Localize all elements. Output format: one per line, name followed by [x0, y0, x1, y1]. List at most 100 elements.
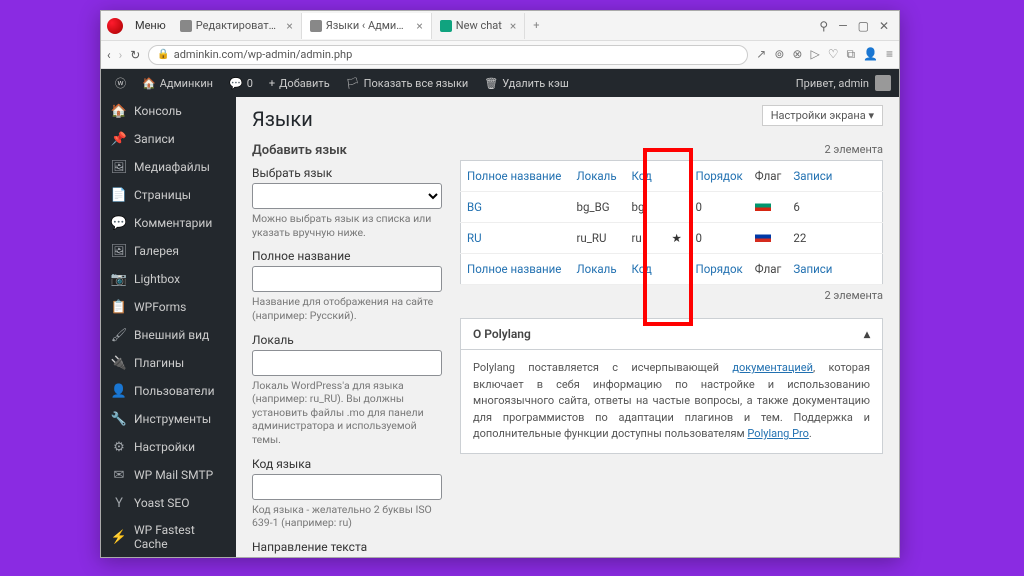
browser-tab[interactable]: Редактировать запись "Ка… ×: [172, 13, 302, 39]
tab-close-icon[interactable]: ×: [506, 19, 516, 33]
site-link[interactable]: 🏠 Админкин: [136, 77, 219, 90]
address-bar: ‹ › ↻ 🔒 adminkin.com/wp-admin/admin.php …: [101, 41, 899, 69]
lang-order: 0: [690, 192, 749, 223]
tab-title: Языки ‹ Админкин — Wo…: [326, 19, 409, 32]
nav-back-icon[interactable]: ‹: [107, 48, 111, 62]
about-body: Polylang поставляется с исчерпывающей до…: [461, 350, 882, 453]
close-icon[interactable]: ✕: [879, 19, 889, 33]
menu-label: Настройки: [134, 440, 195, 454]
tab-title: New chat: [456, 19, 502, 32]
sidebar-item-медиафайлы[interactable]: 🖼Медиафайлы: [101, 153, 236, 181]
polylang-pro-link[interactable]: Polylang Pro: [747, 427, 809, 440]
col-posts[interactable]: Записи: [793, 169, 832, 183]
maximize-icon[interactable]: ▢: [858, 19, 869, 33]
sidebar-item-внешний-вид[interactable]: 🖌Внешний вид: [101, 321, 236, 349]
add-new-link[interactable]: + Добавить: [263, 77, 336, 90]
minimize-icon[interactable]: —: [838, 19, 847, 33]
sidebar-item-wp-fastest-cache[interactable]: ⚡WP Fastest Cache: [101, 517, 236, 557]
sidebar-item-комментарии[interactable]: 💬Комментарии: [101, 209, 236, 237]
comments-link[interactable]: 💬 0: [223, 77, 259, 90]
col-locale[interactable]: Локаль: [577, 262, 617, 276]
sidebar-item-галерея[interactable]: 🖼Галерея: [101, 237, 236, 265]
sidebar-item-записи[interactable]: 📌Записи: [101, 125, 236, 153]
col-name[interactable]: Полное название: [467, 169, 561, 183]
vpn-icon[interactable]: ⊗: [792, 47, 802, 62]
col-order[interactable]: Порядок: [696, 169, 743, 183]
share-icon[interactable]: ↗: [756, 47, 766, 62]
extensions-icon[interactable]: ⧉: [846, 47, 855, 62]
code-input[interactable]: [252, 474, 442, 500]
clear-cache-link[interactable]: 🗑 Удалить кэш: [478, 77, 575, 90]
fullname-input[interactable]: [252, 266, 442, 292]
col-flag: Флаг: [749, 254, 788, 285]
browser-titlebar: Меню Редактировать запись "Ка… × Языки ‹…: [101, 11, 899, 41]
code-desc: Код языка - желательно 2 буквы ISO 639-1…: [252, 503, 442, 530]
bookmark-icon[interactable]: ♡: [828, 47, 839, 62]
url-input[interactable]: 🔒 adminkin.com/wp-admin/admin.php: [148, 45, 748, 65]
reload-icon[interactable]: ↻: [130, 48, 140, 62]
menu-icon: 🖼: [111, 159, 127, 175]
fullname-label: Полное название: [252, 249, 442, 263]
add-heading: Добавить язык: [252, 143, 442, 158]
search-icon[interactable]: ⚲: [819, 19, 828, 33]
sidebar-item-yoast-seo[interactable]: YYoast SEO: [101, 489, 236, 517]
tab-favicon-icon: [180, 20, 192, 32]
camera-icon[interactable]: ⊚: [774, 47, 784, 62]
locale-desc: Локаль WordPress'а для языка (например: …: [252, 379, 442, 447]
col-locale[interactable]: Локаль: [577, 169, 617, 183]
play-icon[interactable]: ▷: [810, 47, 819, 62]
col-order[interactable]: Порядок: [696, 262, 743, 276]
sidebar-item-страницы[interactable]: 📄Страницы: [101, 181, 236, 209]
select-language-dropdown[interactable]: [252, 183, 442, 209]
documentation-link[interactable]: документацией: [732, 361, 813, 374]
menu-icon: 📋: [111, 299, 127, 315]
wp-logo-icon[interactable]: ⓦ: [109, 75, 132, 91]
menu-icon: 📄: [111, 187, 127, 203]
tab-close-icon[interactable]: ×: [412, 19, 422, 33]
col-code[interactable]: Код: [632, 262, 652, 276]
avatar-icon[interactable]: [875, 75, 891, 91]
sidebar-item-плагины[interactable]: 🔌Плагины: [101, 349, 236, 377]
menu-icon[interactable]: ≡: [886, 47, 893, 62]
sidebar-item-пользователи[interactable]: 👤Пользователи: [101, 377, 236, 405]
sidebar-item-инструменты[interactable]: 🔧Инструменты: [101, 405, 236, 433]
locale-label: Локаль: [252, 333, 442, 347]
lang-name-link[interactable]: BG: [467, 200, 482, 214]
nav-forward-icon[interactable]: ›: [119, 48, 123, 62]
default-star: ★: [666, 223, 690, 254]
lang-order: 0: [690, 223, 749, 254]
select-language-desc: Можно выбрать язык из списка или указать…: [252, 212, 442, 239]
col-code[interactable]: Код: [632, 169, 652, 183]
sidebar-item-консоль[interactable]: 🏠Консоль: [101, 97, 236, 125]
flag-icon: [755, 200, 771, 211]
profile-icon[interactable]: 👤: [863, 47, 878, 62]
browser-menu-button[interactable]: Меню: [129, 17, 172, 34]
tab-close-icon[interactable]: ×: [282, 19, 292, 33]
table-row: RU ru_RU ru ★ 0 22: [461, 223, 883, 254]
show-all-languages-link[interactable]: 🏳 Показать все языки: [340, 77, 475, 90]
locale-input[interactable]: [252, 350, 442, 376]
menu-icon: Y: [111, 495, 127, 511]
col-name[interactable]: Полное название: [467, 262, 561, 276]
browser-tab[interactable]: Языки ‹ Админкин — Wo… ×: [302, 13, 432, 39]
lang-name-link[interactable]: RU: [467, 231, 482, 245]
code-label: Код языка: [252, 457, 442, 471]
flag-icon: [755, 231, 771, 242]
col-posts[interactable]: Записи: [793, 262, 832, 276]
menu-icon: 🏠: [111, 103, 127, 119]
toggle-box-icon[interactable]: ▴: [864, 327, 870, 341]
lang-code: ru: [626, 223, 666, 254]
sidebar-item-wpforms[interactable]: 📋WPForms: [101, 293, 236, 321]
item-count-bottom: 2 элемента: [460, 289, 883, 302]
greeting[interactable]: Привет, admin: [796, 77, 869, 90]
menu-label: Инструменты: [134, 412, 211, 426]
menu-icon: 👤: [111, 383, 127, 399]
sidebar-item-lightbox[interactable]: 📷Lightbox: [101, 265, 236, 293]
col-flag: Флаг: [749, 161, 788, 192]
item-count: 2 элемента: [460, 143, 883, 156]
screen-options-button[interactable]: Настройки экрана ▾: [762, 105, 883, 126]
sidebar-item-настройки[interactable]: ⚙Настройки: [101, 433, 236, 461]
new-tab-button[interactable]: +: [525, 19, 547, 32]
browser-tab[interactable]: New chat ×: [432, 13, 525, 39]
sidebar-item-wp-mail-smtp[interactable]: ✉WP Mail SMTP: [101, 461, 236, 489]
